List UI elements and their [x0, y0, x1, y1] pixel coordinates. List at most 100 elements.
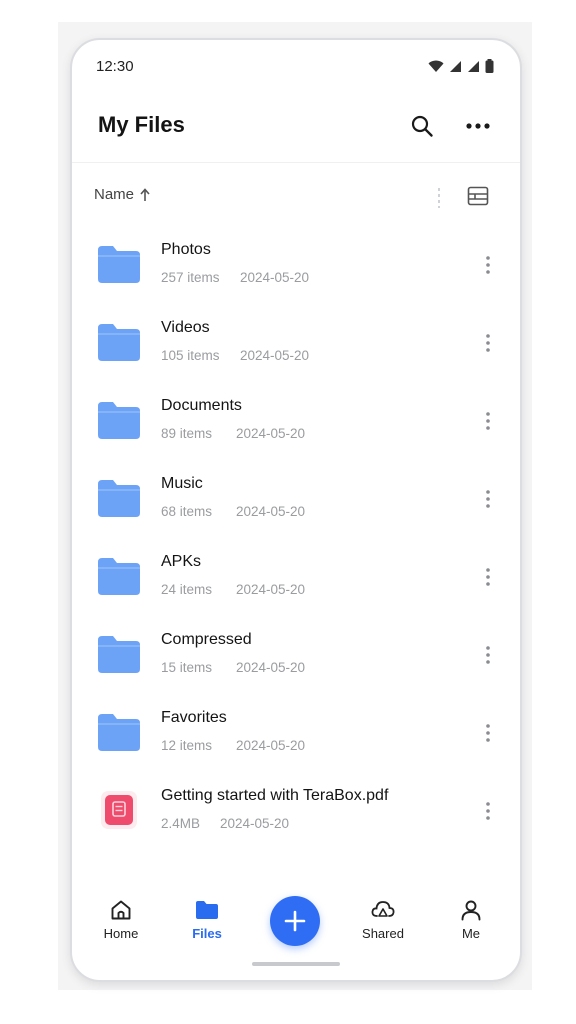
file-item-count: 24 items — [161, 582, 213, 597]
folder-icon-wrap — [96, 556, 142, 596]
file-date: 2024-05-20 — [236, 582, 306, 597]
search-button[interactable] — [406, 110, 438, 142]
app-header: My Files — [72, 102, 520, 162]
nav-me[interactable]: Me — [436, 898, 506, 958]
sort-separator — [438, 188, 440, 208]
nav-files[interactable]: Files — [172, 898, 242, 958]
folder-icon — [98, 246, 140, 283]
signal-icon — [468, 60, 479, 72]
more-vertical-icon — [486, 490, 490, 508]
add-button[interactable] — [270, 896, 320, 946]
file-more-button[interactable] — [480, 720, 496, 746]
file-name: Favorites — [161, 709, 227, 726]
folder-icon — [98, 558, 140, 595]
list-view-icon — [467, 186, 489, 206]
folder-row[interactable]: Videos 105 items 2024-05-20 — [72, 304, 520, 382]
file-name: Getting started with TeraBox.pdf — [161, 787, 389, 804]
file-date: 2024-05-20 — [236, 504, 306, 519]
folder-icon-wrap — [96, 244, 142, 284]
file-name: Compressed — [161, 631, 252, 648]
folder-icon — [98, 636, 140, 673]
file-name: Videos — [161, 319, 210, 336]
folder-icon — [98, 324, 140, 361]
status-icons — [428, 59, 494, 73]
file-more-button[interactable] — [480, 408, 496, 434]
signal-icon — [450, 60, 461, 72]
wifi-icon — [428, 60, 444, 72]
file-name: Music — [161, 475, 203, 492]
file-more-button[interactable] — [480, 486, 496, 512]
folder-row[interactable]: Documents 89 items 2024-05-20 — [72, 382, 520, 460]
file-row[interactable]: Getting started with TeraBox.pdf 2.4MB 2… — [72, 772, 520, 850]
file-item-count: 89 items — [161, 426, 213, 441]
folder-row[interactable]: APKs 24 items 2024-05-20 — [72, 538, 520, 616]
file-more-button[interactable] — [480, 798, 496, 824]
home-indicator — [252, 962, 340, 966]
sort-bar: Name — [72, 176, 520, 216]
folder-icon — [98, 714, 140, 751]
file-more-button[interactable] — [480, 330, 496, 356]
folder-icon-wrap — [96, 712, 142, 752]
arrow-up-icon — [140, 187, 150, 201]
more-vertical-icon — [486, 724, 490, 742]
plus-icon — [284, 910, 306, 932]
file-list: Photos 257 items 2024-05-20 Videos 105 i… — [72, 226, 520, 850]
page-title: My Files — [98, 112, 185, 137]
folder-row[interactable]: Music 68 items 2024-05-20 — [72, 460, 520, 538]
nav-me-label: Me — [461, 926, 481, 941]
nav-home-label: Home — [103, 926, 139, 941]
folder-icon-wrap — [96, 322, 142, 362]
folder-row[interactable]: Photos 257 items 2024-05-20 — [72, 226, 520, 304]
phone-frame: 12:30 My Files Name Photos 257 items 202… — [70, 38, 522, 982]
folder-icon-wrap — [96, 478, 142, 518]
file-item-count: 105 items — [161, 348, 220, 363]
folder-icon — [196, 901, 218, 919]
file-date: 2024-05-20 — [220, 816, 290, 831]
file-name: APKs — [161, 553, 202, 570]
file-date: 2024-05-20 — [236, 660, 306, 675]
file-date: 2024-05-20 — [236, 426, 306, 441]
bottom-navigation: Home Files Shared Me — [72, 888, 520, 980]
nav-home[interactable]: Home — [86, 898, 156, 958]
file-name: Documents — [161, 397, 242, 414]
search-icon — [411, 115, 433, 137]
sort-by-name-button[interactable]: Name — [94, 186, 150, 203]
file-item-count: 68 items — [161, 504, 213, 519]
folder-icon-wrap — [96, 634, 142, 674]
more-vertical-icon — [486, 568, 490, 586]
nav-files-label: Files — [192, 926, 222, 941]
file-date: 2024-05-20 — [240, 348, 310, 363]
status-bar: 12:30 — [72, 40, 520, 94]
more-vertical-icon — [486, 802, 490, 820]
folder-row[interactable]: Favorites 12 items 2024-05-20 — [72, 694, 520, 772]
file-more-button[interactable] — [480, 642, 496, 668]
view-toggle-button[interactable] — [466, 184, 490, 208]
home-icon — [111, 900, 131, 920]
pdf-file-icon — [101, 791, 137, 829]
sort-label: Name — [94, 186, 135, 203]
file-item-count: 2.4MB — [161, 816, 201, 831]
file-item-count: 15 items — [161, 660, 213, 675]
folder-icon — [98, 480, 140, 517]
pdf-icon-wrap — [96, 790, 142, 830]
more-vertical-icon — [486, 334, 490, 352]
more-vertical-icon — [486, 412, 490, 430]
nav-shared[interactable]: Shared — [348, 898, 418, 958]
file-more-button[interactable] — [480, 252, 496, 278]
file-item-count: 257 items — [161, 270, 220, 285]
more-horizontal-icon — [466, 123, 490, 129]
file-item-count: 12 items — [161, 738, 213, 753]
more-vertical-icon — [486, 646, 490, 664]
more-options-button[interactable] — [462, 110, 494, 142]
file-more-button[interactable] — [480, 564, 496, 590]
more-vertical-icon — [486, 256, 490, 274]
folder-row[interactable]: Compressed 15 items 2024-05-20 — [72, 616, 520, 694]
header-divider — [72, 162, 520, 163]
folder-icon-wrap — [96, 400, 142, 440]
folder-icon — [98, 402, 140, 439]
battery-icon — [485, 59, 494, 73]
nav-shared-label: Shared — [362, 926, 404, 941]
file-name: Photos — [161, 241, 211, 258]
file-date: 2024-05-20 — [236, 738, 306, 753]
user-icon — [461, 900, 481, 921]
